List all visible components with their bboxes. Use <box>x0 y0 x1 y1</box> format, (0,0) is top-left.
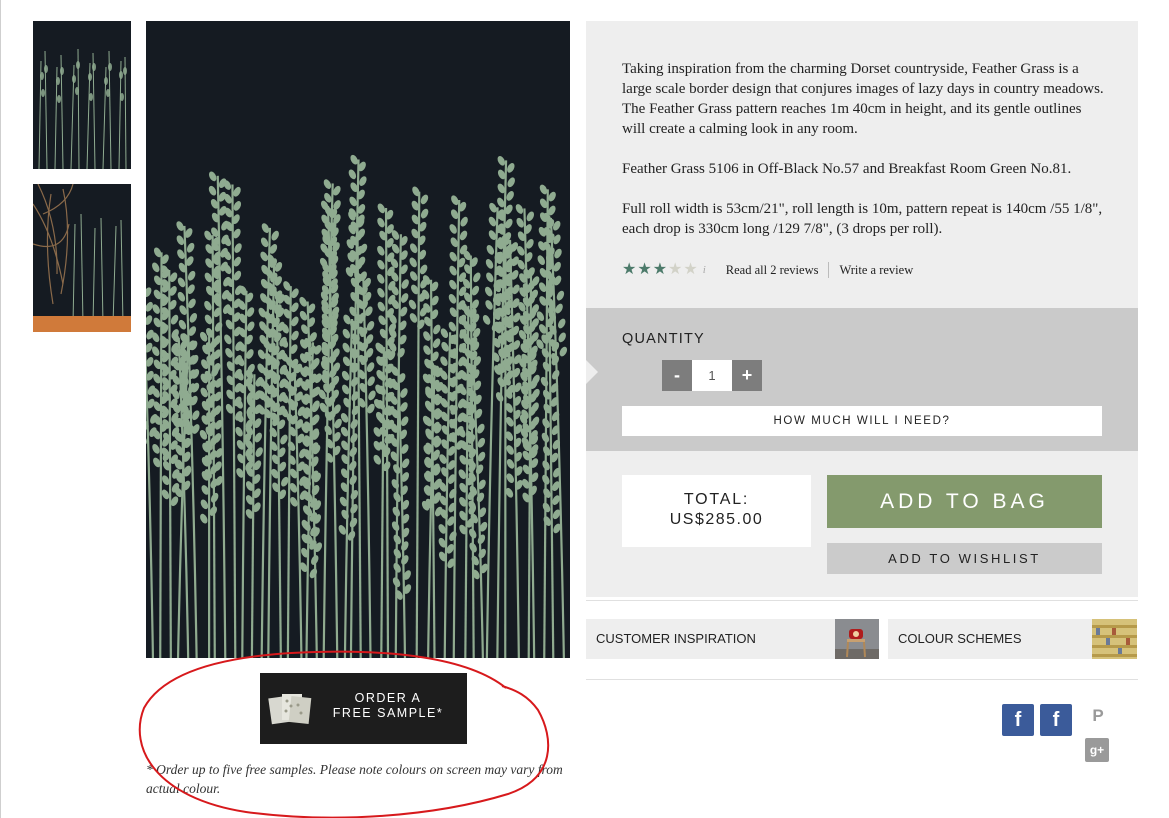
facebook-icon[interactable]: f <box>1040 704 1072 736</box>
product-info-panel: Taking inspiration from the charming Dor… <box>586 21 1138 308</box>
purchase-panel: TOTAL: US$285.00 ADD TO BAG ADD TO WISHL… <box>586 451 1138 597</box>
inspiration-thumbnail <box>835 619 879 659</box>
divider <box>586 679 1138 680</box>
info-icon[interactable]: i <box>703 264 706 276</box>
product-specifications: Full roll width is 53cm/21", roll length… <box>622 201 1103 237</box>
add-to-wishlist-button[interactable]: ADD TO WISHLIST <box>827 543 1102 574</box>
sample-line-1: ORDER A <box>354 691 422 705</box>
order-free-sample-button[interactable]: ORDER A FREE SAMPLE* <box>260 673 467 744</box>
star-icon: ★ <box>637 261 652 278</box>
total-box: TOTAL: US$285.00 <box>622 475 811 547</box>
colour-schemes-tile[interactable]: COLOUR SCHEMES <box>888 619 1137 659</box>
star-icon: ★ <box>652 261 668 278</box>
read-reviews-link[interactable]: Read all 2 reviews <box>726 263 819 278</box>
product-main-image[interactable] <box>146 21 570 658</box>
colour-schemes-label: COLOUR SCHEMES <box>898 631 1022 646</box>
google-plus-icon[interactable]: g+ <box>1085 738 1109 762</box>
page-left-border <box>0 0 1 818</box>
star-icon: ★ <box>668 261 683 278</box>
product-colourway: Feather Grass 5106 in Off-Black No.57 an… <box>622 161 1072 177</box>
divider <box>586 600 1138 601</box>
quantity-input[interactable] <box>692 360 732 391</box>
quantity-panel: QUANTITY - + HOW MUCH WILL I NEED? <box>586 308 1138 451</box>
pinterest-icon[interactable]: P <box>1086 704 1110 728</box>
product-thumbnail-1[interactable] <box>33 21 131 169</box>
quantity-decrease-button[interactable]: - <box>662 360 692 391</box>
product-thumbnail-2[interactable] <box>33 184 131 332</box>
colour-schemes-thumbnail <box>1092 619 1137 659</box>
facebook-icon[interactable]: f <box>1002 704 1034 736</box>
how-much-will-i-need-button[interactable]: HOW MUCH WILL I NEED? <box>622 406 1102 436</box>
total-label: TOTAL: <box>683 491 750 508</box>
review-separator <box>828 262 830 278</box>
rating-row: ★ ★ ★ ★ ★ i Read all 2 reviews Write a r… <box>622 260 913 280</box>
quantity-increase-button[interactable]: + <box>732 360 762 391</box>
sample-disclaimer: * Order up to five free samples. Please … <box>146 762 563 796</box>
total-price: US$285.00 <box>669 511 764 528</box>
add-to-bag-button[interactable]: ADD TO BAG <box>827 475 1102 528</box>
sample-swatch-icon <box>268 694 312 725</box>
sample-line-2: FREE SAMPLE* <box>332 706 444 720</box>
star-icon: ★ <box>622 261 637 278</box>
customer-inspiration-label: CUSTOMER INSPIRATION <box>596 631 756 646</box>
product-description: Taking inspiration from the charming Dor… <box>622 61 1104 137</box>
quantity-label: QUANTITY <box>622 331 705 347</box>
customer-inspiration-tile[interactable]: CUSTOMER INSPIRATION <box>586 619 879 659</box>
sample-button-label: ORDER A FREE SAMPLE* <box>318 691 458 721</box>
panel-pointer <box>586 360 598 384</box>
write-review-link[interactable]: Write a review <box>839 263 913 278</box>
star-icon: ★ <box>683 261 698 278</box>
feather-grass-pattern <box>146 21 570 658</box>
